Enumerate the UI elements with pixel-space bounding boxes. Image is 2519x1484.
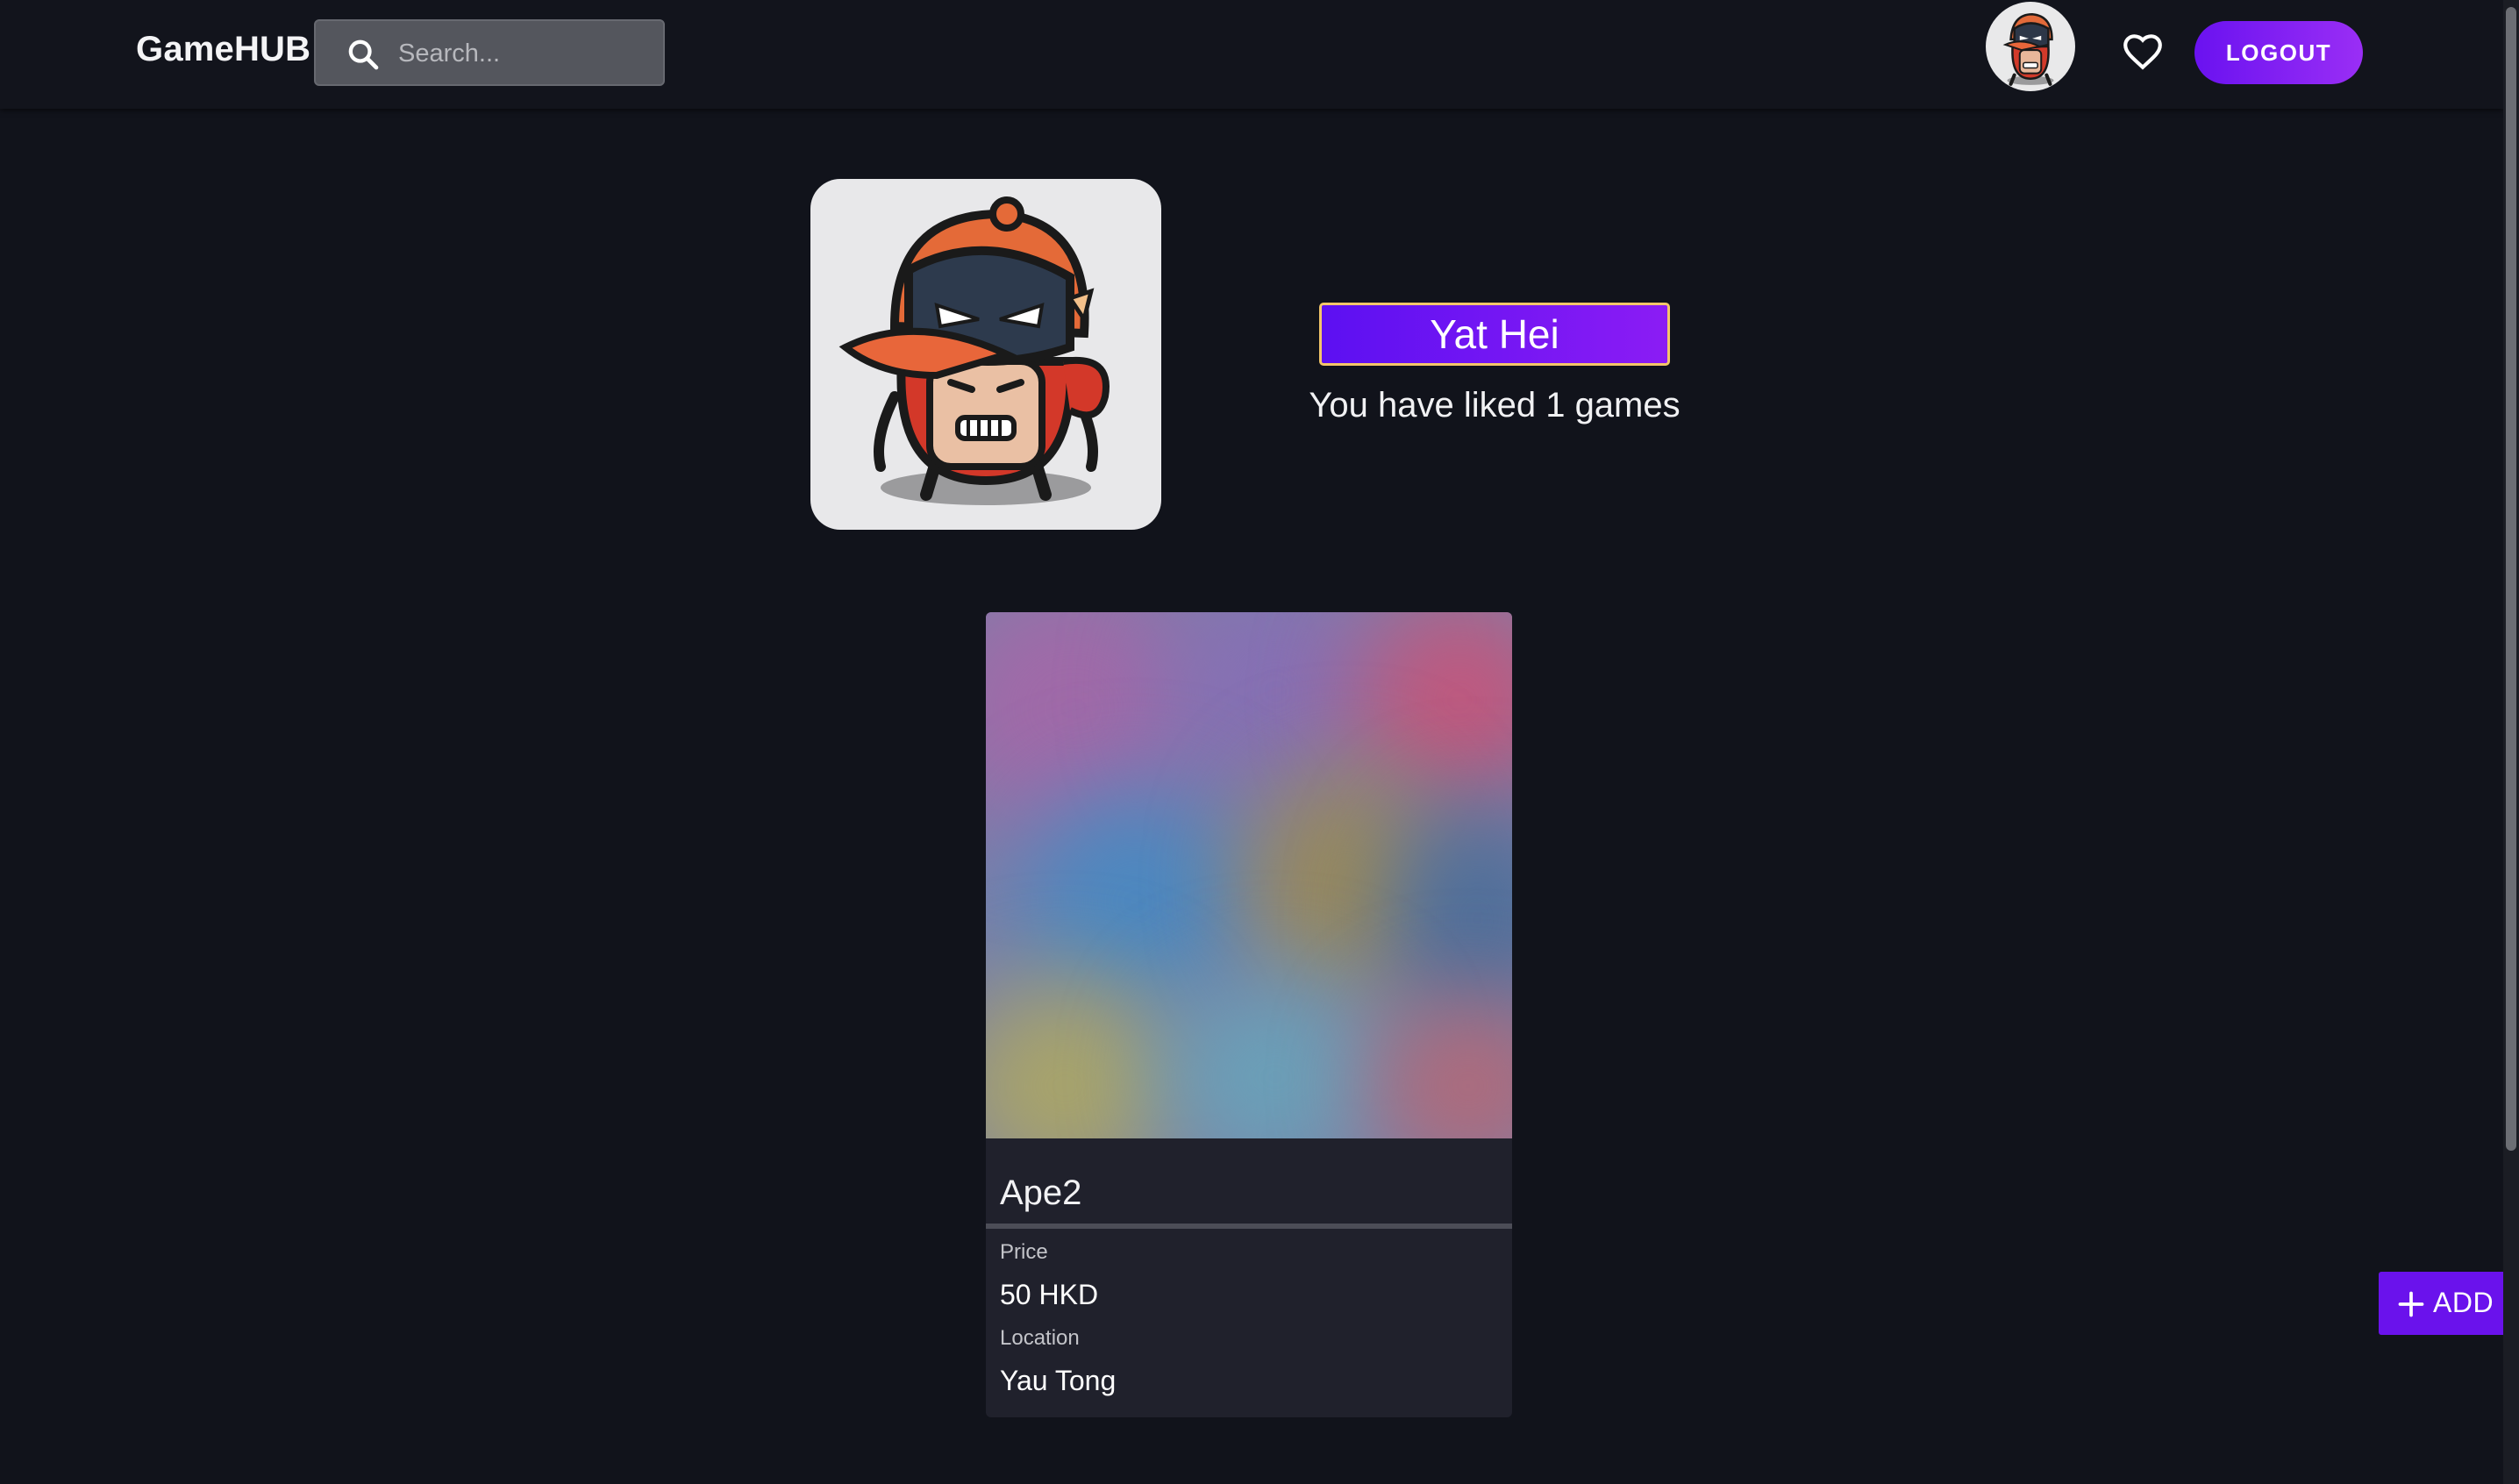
username-badge: Yat Hei <box>1319 303 1670 366</box>
game-title: Ape2 <box>1000 1174 1082 1212</box>
avatar-image <box>2002 13 2054 86</box>
heart-outline-icon <box>2123 34 2162 70</box>
user-avatar[interactable] <box>1986 2 2075 91</box>
brand-logo[interactable]: GameHUB <box>136 30 310 69</box>
liked-count-text: You have liked 1 games <box>1309 386 1681 425</box>
top-navigation-bar: GameHUB LOGOUT <box>0 0 2503 109</box>
add-game-button[interactable]: ADD <box>2379 1272 2505 1335</box>
price-label: Price <box>1000 1240 1048 1264</box>
search-icon <box>348 39 379 70</box>
favorites-button[interactable] <box>2121 30 2165 74</box>
card-divider <box>986 1224 1512 1229</box>
plus-icon <box>2398 1291 2424 1317</box>
location-value: Yau Tong <box>1000 1365 1117 1396</box>
search-bar[interactable] <box>314 19 665 86</box>
profile-avatar-image <box>838 196 1110 505</box>
logout-button[interactable]: LOGOUT <box>2194 21 2363 84</box>
location-label: Location <box>1000 1326 1080 1350</box>
add-button-label: ADD <box>2433 1287 2494 1318</box>
game-card[interactable]: Ape2 Price 50 HKD Location Yau Tong <box>986 612 1512 1417</box>
price-value: 50 HKD <box>1000 1279 1099 1310</box>
profile-avatar <box>810 179 1161 530</box>
game-cover-image <box>986 612 1512 1138</box>
search-input[interactable] <box>396 28 651 79</box>
scrollbar-thumb[interactable] <box>2506 7 2516 1151</box>
